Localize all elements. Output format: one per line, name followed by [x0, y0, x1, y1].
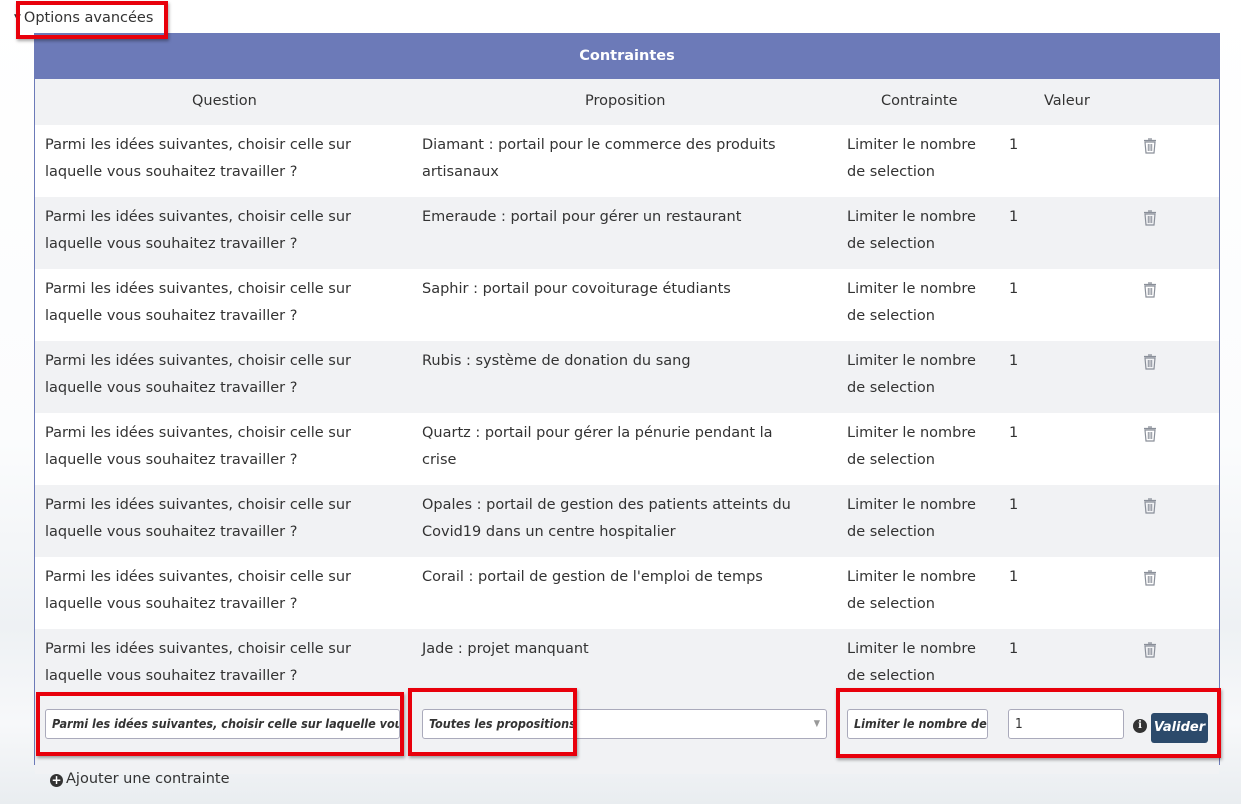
add-constraint-label: Ajouter une contrainte	[66, 771, 230, 787]
trash-icon[interactable]	[1143, 497, 1157, 514]
cell-proposition: Corail : portail de gestion de l'emploi …	[422, 569, 763, 585]
column-header-question: Question	[192, 93, 257, 109]
trash-icon[interactable]	[1143, 641, 1157, 658]
trash-icon[interactable]	[1143, 425, 1157, 442]
add-constraint-button[interactable]: + Ajouter une contrainte	[50, 768, 230, 790]
trash-icon[interactable]	[1143, 209, 1157, 226]
cell-proposition: Saphir : portail pour covoiturage étudia…	[422, 281, 731, 297]
constraints-panel: Contraintes Question Proposition Contrai…	[34, 33, 1220, 774]
plus-circle-icon: +	[50, 773, 63, 787]
cell-question: Parmi les idées suivantes, choisir celle…	[45, 137, 352, 180]
cell-proposition: Quartz : portail pour gérer la pénurie p…	[422, 425, 773, 468]
proposition-select-value: Toutes les propositions	[429, 716, 576, 731]
question-field[interactable]: Parmi les idées suivantes, choisir celle…	[45, 709, 400, 739]
cell-question: Parmi les idées suivantes, choisir celle…	[45, 497, 352, 540]
table-row: Parmi les idées suivantes, choisir celle…	[35, 629, 1219, 701]
cell-valeur: 1	[1009, 569, 1019, 585]
proposition-select[interactable]: Toutes les propositions ▼	[422, 709, 827, 739]
cell-valeur: 1	[1009, 497, 1019, 513]
caret-down-icon: ▼	[14, 13, 21, 23]
cell-contrainte: Limiter le nombre de selection	[847, 569, 976, 612]
cell-contrainte: Limiter le nombre de selection	[847, 137, 976, 180]
cell-contrainte: Limiter le nombre de selection	[847, 209, 976, 252]
advanced-options-label: Options avancées	[23, 10, 154, 26]
table-row: Parmi les idées suivantes, choisir celle…	[35, 485, 1219, 557]
contrainte-field[interactable]: Limiter le nombre de selection	[847, 709, 988, 739]
cell-contrainte: Limiter le nombre de selection	[847, 281, 976, 324]
cell-valeur: 1	[1009, 641, 1019, 657]
cell-proposition: Opales : portail de gestion des patients…	[422, 497, 791, 540]
table-row: Parmi les idées suivantes, choisir celle…	[35, 341, 1219, 413]
trash-icon[interactable]	[1143, 569, 1157, 586]
new-constraint-form: Parmi les idées suivantes, choisir celle…	[35, 701, 1219, 774]
panel-title: Contraintes	[35, 34, 1219, 79]
trash-icon[interactable]	[1143, 353, 1157, 370]
column-header-contrainte: Contrainte	[881, 93, 958, 109]
cell-valeur: 1	[1009, 209, 1019, 225]
constraints-table-body: Parmi les idées suivantes, choisir celle…	[35, 125, 1219, 701]
cell-contrainte: Limiter le nombre de selection	[847, 641, 976, 684]
submit-button[interactable]: Valider	[1151, 713, 1208, 743]
table-header: Question Proposition Contrainte Valeur	[35, 79, 1219, 125]
cell-proposition: Diamant : portail pour le commerce des p…	[422, 137, 776, 180]
column-header-proposition: Proposition	[585, 93, 666, 109]
table-row: Parmi les idées suivantes, choisir celle…	[35, 557, 1219, 629]
table-row: Parmi les idées suivantes, choisir celle…	[35, 413, 1219, 485]
cell-valeur: 1	[1009, 137, 1019, 153]
cell-question: Parmi les idées suivantes, choisir celle…	[45, 641, 352, 684]
cell-contrainte: Limiter le nombre de selection	[847, 353, 976, 396]
cell-valeur: 1	[1009, 353, 1019, 369]
advanced-options-toggle[interactable]: ▼ Options avancées	[14, 8, 153, 28]
cell-proposition: Emeraude : portail pour gérer un restaur…	[422, 209, 742, 225]
info-icon[interactable]: i	[1133, 719, 1147, 733]
cell-valeur: 1	[1009, 425, 1019, 441]
cell-question: Parmi les idées suivantes, choisir celle…	[45, 281, 352, 324]
trash-icon[interactable]	[1143, 137, 1157, 154]
valeur-input[interactable]: 1	[1008, 709, 1124, 739]
cell-question: Parmi les idées suivantes, choisir celle…	[45, 353, 352, 396]
cell-question: Parmi les idées suivantes, choisir celle…	[45, 209, 352, 252]
table-row: Parmi les idées suivantes, choisir celle…	[35, 269, 1219, 341]
chevron-down-icon: ▼	[813, 719, 820, 729]
cell-valeur: 1	[1009, 281, 1019, 297]
cell-contrainte: Limiter le nombre de selection	[847, 425, 976, 468]
table-row: Parmi les idées suivantes, choisir celle…	[35, 197, 1219, 269]
trash-icon[interactable]	[1143, 281, 1157, 298]
cell-proposition: Rubis : système de donation du sang	[422, 353, 691, 369]
cell-proposition: Jade : projet manquant	[422, 641, 589, 657]
cell-question: Parmi les idées suivantes, choisir celle…	[45, 425, 352, 468]
table-row: Parmi les idées suivantes, choisir celle…	[35, 125, 1219, 197]
cell-question: Parmi les idées suivantes, choisir celle…	[45, 569, 352, 612]
column-header-valeur: Valeur	[1044, 93, 1090, 109]
cell-contrainte: Limiter le nombre de selection	[847, 497, 976, 540]
